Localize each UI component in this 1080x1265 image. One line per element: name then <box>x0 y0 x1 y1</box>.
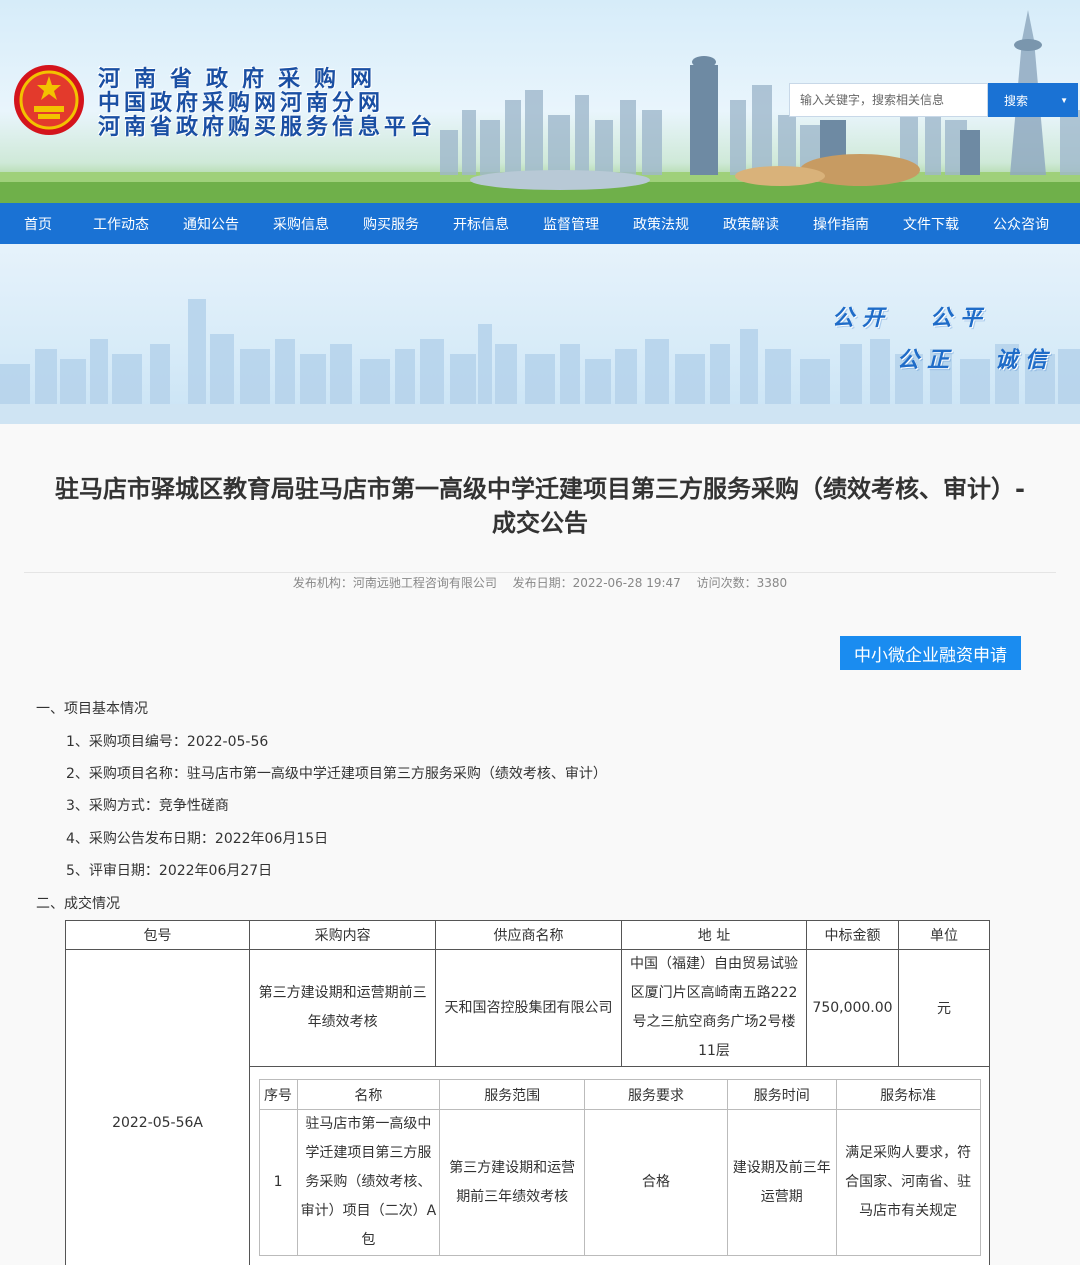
search-input[interactable] <box>789 83 988 117</box>
deal-table: 包号 采购内容 供应商名称 地 址 中标金额 单位 2022-05-56A 第三… <box>64 920 991 1265</box>
section1-item-2: 2、采购项目名称：驻马店市第一高级中学迁建项目第三方服务采购（绩效考核、审计） <box>66 766 607 782</box>
section1-item-1: 1、采购项目编号：2022-05-56 <box>66 734 269 750</box>
col-header-amount: 中标金额 <box>806 920 899 950</box>
article-title-line1: 驻马店市驿城区教育局驻马店市第一高级中学迁建项目第三方服务采购（绩效考核、审计）… <box>55 475 1025 503</box>
title-divider <box>24 572 1056 573</box>
cell-content-text: 第三方建设期和运营期前三年绩效考核 <box>258 985 427 1030</box>
article-content: 驻马店市驿城区教育局驻马店市第一高级中学迁建项目第三方服务采购（绩效考核、审计）… <box>0 424 1080 1265</box>
article-title-line2: 成交公告 <box>492 509 588 537</box>
sub-table-container: 序号 名称 服务范围 服务要求 服务时间 服务标准 1 驻马店市第一高级中学迁建… <box>249 1066 990 1265</box>
nav-item-regulations[interactable]: 政策法规 <box>616 203 706 244</box>
article-meta: 发布机构：河南远驰工程咨询有限公司 发布日期：2022-06-28 19:47 … <box>0 574 1080 591</box>
service-sub-table: 序号 名称 服务范围 服务要求 服务时间 服务标准 1 驻马店市第一高级中学迁建… <box>258 1079 981 1256</box>
deal-table-header-row: 包号 采购内容 供应商名称 地 址 中标金额 单位 <box>64 920 991 950</box>
banner-skyline-illustration <box>0 299 1080 424</box>
site-name-2: 中国政府采购网河南分网 <box>98 91 385 116</box>
site-name-3: 河南省政府购买服务信息平台 <box>98 115 437 140</box>
cell-address-text: 中国（福建）自由贸易试验区厦门片区高崎南五路222号之三航空商务广场2号楼11层 <box>630 956 799 1059</box>
col-header-supplier: 供应商名称 <box>435 920 623 950</box>
sub-header-standard: 服务标准 <box>835 1079 981 1110</box>
section1-heading: 一、项目基本情况 <box>36 701 148 717</box>
banner-word-integrity: 诚信 <box>995 348 1056 373</box>
banner-word-just: 公正 <box>897 348 958 373</box>
nav-item-work-news[interactable]: 工作动态 <box>76 203 166 244</box>
sub-cell-standard: 满足采购人要求，符合国家、河南省、驻马店市有关规定 <box>835 1109 981 1256</box>
meta-publisher: 发布机构：河南远驰工程咨询有限公司 <box>292 576 497 590</box>
nav-item-downloads[interactable]: 文件下载 <box>886 203 976 244</box>
sub-header-scope: 服务范围 <box>439 1079 586 1110</box>
col-header-package: 包号 <box>64 920 251 950</box>
col-header-address: 地 址 <box>621 920 807 950</box>
nav-item-procurement-info[interactable]: 采购信息 <box>256 203 346 244</box>
search-button-label: 搜索 <box>1004 93 1029 108</box>
sub-cell-scope: 第三方建设期和运营期前三年绩效考核 <box>439 1109 586 1256</box>
nav-item-purchase-services[interactable]: 购买服务 <box>346 203 436 244</box>
cell-address: 中国（福建）自由贸易试验区厦门片区高崎南五路222号之三航空商务广场2号楼11层 <box>621 949 807 1067</box>
col-header-unit: 单位 <box>897 920 991 950</box>
section2-heading: 二、成交情况 <box>36 896 120 912</box>
national-emblem-icon <box>14 65 84 135</box>
article-title: 驻马店市驿城区教育局驻马店市第一高级中学迁建项目第三方服务采购（绩效考核、审计）… <box>24 472 1056 540</box>
banner-word-open: 公开 <box>832 306 893 331</box>
cell-supplier: 天和国咨控股集团有限公司 <box>435 949 623 1067</box>
nav-item-bid-opening[interactable]: 开标信息 <box>436 203 526 244</box>
nav-item-supervision[interactable]: 监督管理 <box>526 203 616 244</box>
sub-cell-no: 1 <box>258 1109 298 1256</box>
col-header-content: 采购内容 <box>249 920 437 950</box>
section1-item-5: 5、评审日期：2022年06月27日 <box>66 863 273 879</box>
nav-item-policy-interpretation[interactable]: 政策解读 <box>706 203 796 244</box>
banner: 公开 公平 公正 诚信 <box>0 244 1080 424</box>
sub-header-name: 名称 <box>296 1079 441 1110</box>
search-box: 搜索 ▼ <box>789 83 1078 117</box>
sub-cell-name: 驻马店市第一高级中学迁建项目第三方服务采购（绩效考核、审计）项目（二次）A包 <box>296 1109 441 1256</box>
sub-header-no: 序号 <box>258 1079 298 1110</box>
site-name-block: 河南省政府采购网 中国政府采购网河南分网 河南省政府购买服务信息平台 <box>98 68 436 140</box>
sme-finance-apply-button[interactable]: 中小微企业融资申请 <box>840 636 1021 670</box>
sub-header-requirement: 服务要求 <box>584 1079 728 1110</box>
section1-item-4: 4、采购公告发布日期：2022年06月15日 <box>66 831 329 847</box>
cell-unit: 元 <box>897 949 991 1067</box>
sub-cell-requirement: 合格 <box>584 1109 728 1256</box>
nav-item-notices[interactable]: 通知公告 <box>166 203 256 244</box>
sub-cell-time: 建设期及前三年运营期 <box>726 1109 837 1256</box>
table-row: 1 驻马店市第一高级中学迁建项目第三方服务采购（绩效考核、审计）项目（二次）A包… <box>258 1109 981 1256</box>
sub-table-header-row: 序号 名称 服务范围 服务要求 服务时间 服务标准 <box>258 1079 981 1110</box>
search-button[interactable]: 搜索 ▼ <box>988 83 1078 117</box>
meta-date: 发布日期：2022-06-28 19:47 <box>512 576 681 590</box>
cell-supplier-text: 天和国咨控股集团有限公司 <box>444 999 613 1016</box>
cell-package-no: 2022-05-56A <box>64 949 251 1265</box>
nav-item-guide[interactable]: 操作指南 <box>796 203 886 244</box>
nav-item-public-inquiry[interactable]: 公众咨询 <box>976 203 1066 244</box>
banner-word-fair: 公平 <box>930 306 991 331</box>
section1-item-3: 3、采购方式：竞争性磋商 <box>66 798 229 814</box>
nav-item-home[interactable]: 首页 <box>0 203 76 244</box>
meta-visits: 访问次数：3380 <box>696 576 788 590</box>
main-nav: 首页 工作动态 通知公告 采购信息 购买服务 开标信息 监督管理 政策法规 政策… <box>0 203 1080 244</box>
cell-content: 第三方建设期和运营期前三年绩效考核 <box>249 949 437 1067</box>
site-name-1: 河南省政府采购网 <box>98 67 387 92</box>
table-row: 2022-05-56A 第三方建设期和运营期前三年绩效考核 天和国咨控股集团有限… <box>64 949 991 1265</box>
caret-down-icon: ▼ <box>1060 95 1068 105</box>
sub-header-time: 服务时间 <box>726 1079 837 1110</box>
site-header: 河南省政府采购网 中国政府采购网河南分网 河南省政府购买服务信息平台 搜索 ▼ <box>0 0 1080 203</box>
cell-amount: 750,000.00 <box>806 949 899 1067</box>
